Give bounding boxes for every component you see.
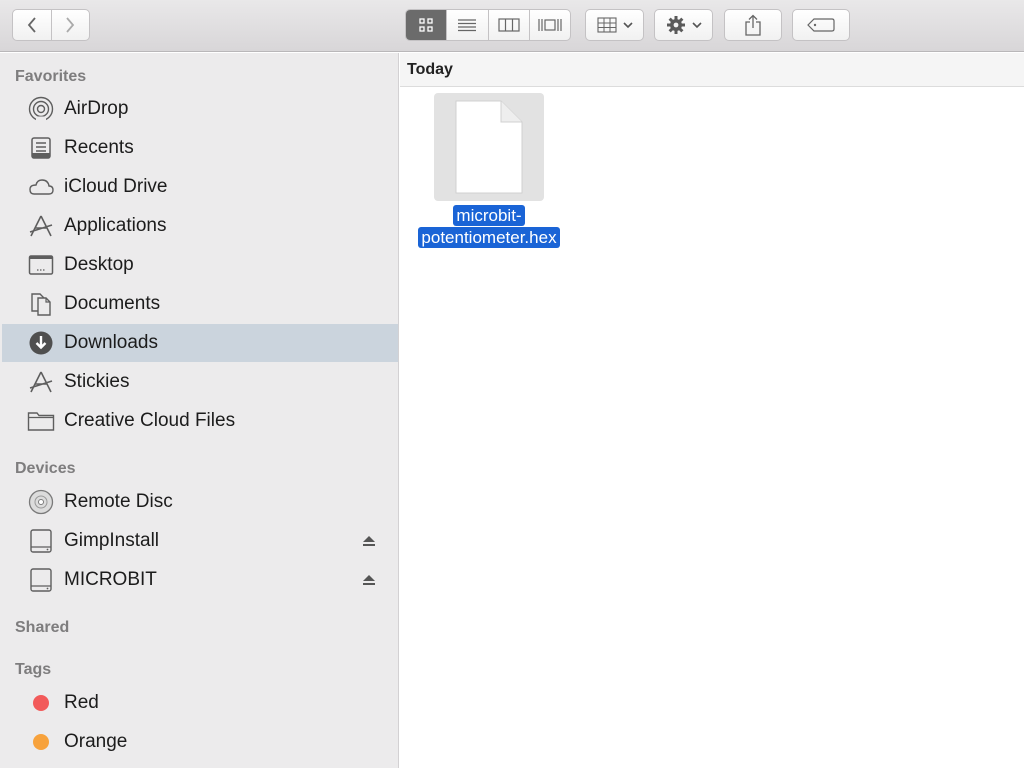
gear-icon bbox=[666, 16, 685, 34]
chevron-down-icon bbox=[622, 22, 633, 29]
sidebar-item-label: Downloads bbox=[64, 332, 158, 353]
applications-icon bbox=[27, 212, 55, 240]
tags-section-title: Tags bbox=[15, 661, 52, 678]
column-view-icon bbox=[498, 18, 520, 32]
cover-flow-button[interactable] bbox=[528, 10, 570, 40]
share-icon bbox=[745, 14, 761, 36]
sidebar-item-label: iCloud Drive bbox=[64, 176, 168, 197]
sidebar-item-stickies[interactable]: Stickies bbox=[2, 363, 398, 401]
shared-section-title: Shared bbox=[15, 619, 70, 636]
chevron-down-icon bbox=[691, 22, 702, 29]
back-button[interactable] bbox=[13, 10, 51, 40]
sidebar-item-label: Remote Disc bbox=[64, 491, 173, 512]
sidebar-item-tag-orange[interactable]: Orange bbox=[2, 723, 398, 761]
devices-section-title: Devices bbox=[15, 460, 76, 477]
sidebar-item-label: Applications bbox=[64, 215, 167, 236]
folder-icon bbox=[27, 407, 55, 435]
file-name-label: microbit- potentiometer.hex bbox=[406, 205, 572, 249]
sidebar-item-tag-red[interactable]: Red bbox=[2, 684, 398, 722]
sidebar-item-label: Desktop bbox=[64, 254, 134, 275]
file-name-line-1: microbit- bbox=[453, 205, 525, 226]
icon-view-icon bbox=[419, 18, 433, 32]
toolbar bbox=[0, 0, 1024, 52]
sidebar-item-creative-cloud-files[interactable]: Creative Cloud Files bbox=[2, 402, 398, 440]
sidebar-item-gimpinstall[interactable]: GimpInstall bbox=[2, 522, 398, 560]
drive-icon bbox=[27, 566, 55, 594]
file-item[interactable]: microbit- potentiometer.hex bbox=[406, 93, 572, 263]
sidebar-item-icloud-drive[interactable]: iCloud Drive bbox=[2, 168, 398, 206]
documents-icon bbox=[27, 290, 55, 318]
arrange-button[interactable] bbox=[585, 9, 644, 41]
cloud-icon bbox=[27, 173, 55, 201]
sidebar-item-applications[interactable]: Applications bbox=[2, 207, 398, 245]
drive-icon bbox=[27, 527, 55, 555]
arrange-grid-icon bbox=[596, 17, 617, 33]
chevron-right-icon bbox=[66, 17, 75, 33]
list-view-icon bbox=[458, 19, 477, 32]
applications-icon bbox=[27, 368, 55, 396]
orange-tag-dot-icon bbox=[27, 728, 55, 756]
sidebar-item-label: Documents bbox=[64, 293, 161, 314]
file-name-line-2: potentiometer.hex bbox=[418, 227, 560, 248]
disc-icon bbox=[27, 488, 55, 516]
sidebar-item-desktop[interactable]: Desktop bbox=[2, 246, 398, 284]
list-view-button[interactable] bbox=[446, 10, 487, 40]
recents-icon bbox=[27, 134, 55, 162]
sidebar-item-label: AirDrop bbox=[64, 98, 129, 119]
sidebar-item-recents[interactable]: Recents bbox=[2, 129, 398, 167]
icon-view-button[interactable] bbox=[406, 10, 447, 40]
sidebar-item-remote-disc[interactable]: Remote Disc bbox=[2, 483, 398, 521]
sidebar-item-label: Recents bbox=[64, 137, 134, 158]
sidebar-item-label: Creative Cloud Files bbox=[64, 410, 236, 431]
document-icon bbox=[434, 93, 544, 201]
sidebar-item-documents[interactable]: Documents bbox=[2, 285, 398, 323]
sidebar-item-label: GimpInstall bbox=[64, 530, 160, 551]
downloads-icon bbox=[27, 329, 55, 357]
view-mode-selector bbox=[405, 9, 571, 41]
sidebar-item-label: Stickies bbox=[64, 371, 130, 392]
sidebar-item-label: Orange bbox=[64, 731, 128, 752]
file-browser-content: Today microbit- potentiometer.hex bbox=[400, 53, 1024, 768]
navigation-buttons bbox=[12, 9, 90, 41]
red-tag-dot-icon bbox=[27, 689, 55, 717]
eject-icon[interactable] bbox=[360, 532, 378, 550]
group-header: Today bbox=[400, 53, 1024, 87]
edit-tags-button[interactable] bbox=[792, 9, 850, 41]
share-button[interactable] bbox=[724, 9, 782, 41]
tag-icon bbox=[807, 18, 835, 32]
sidebar: Favorites AirDrop Recents iCloud Drive A… bbox=[0, 53, 399, 768]
forward-button[interactable] bbox=[50, 10, 90, 40]
column-view-button[interactable] bbox=[487, 10, 529, 40]
desktop-icon bbox=[27, 251, 55, 279]
sidebar-item-label: MICROBIT bbox=[64, 569, 157, 590]
favorites-section-title: Favorites bbox=[15, 68, 87, 85]
sidebar-item-label: Red bbox=[64, 692, 99, 713]
chevron-left-icon bbox=[27, 17, 36, 33]
group-title: Today bbox=[407, 61, 453, 78]
sidebar-item-downloads[interactable]: Downloads bbox=[2, 324, 398, 362]
sidebar-item-microbit[interactable]: MICROBIT bbox=[2, 561, 398, 599]
cover-flow-icon bbox=[538, 19, 562, 31]
eject-icon[interactable] bbox=[360, 571, 378, 589]
action-button[interactable] bbox=[654, 9, 713, 41]
airdrop-icon bbox=[27, 95, 55, 123]
sidebar-item-airdrop[interactable]: AirDrop bbox=[2, 90, 398, 128]
